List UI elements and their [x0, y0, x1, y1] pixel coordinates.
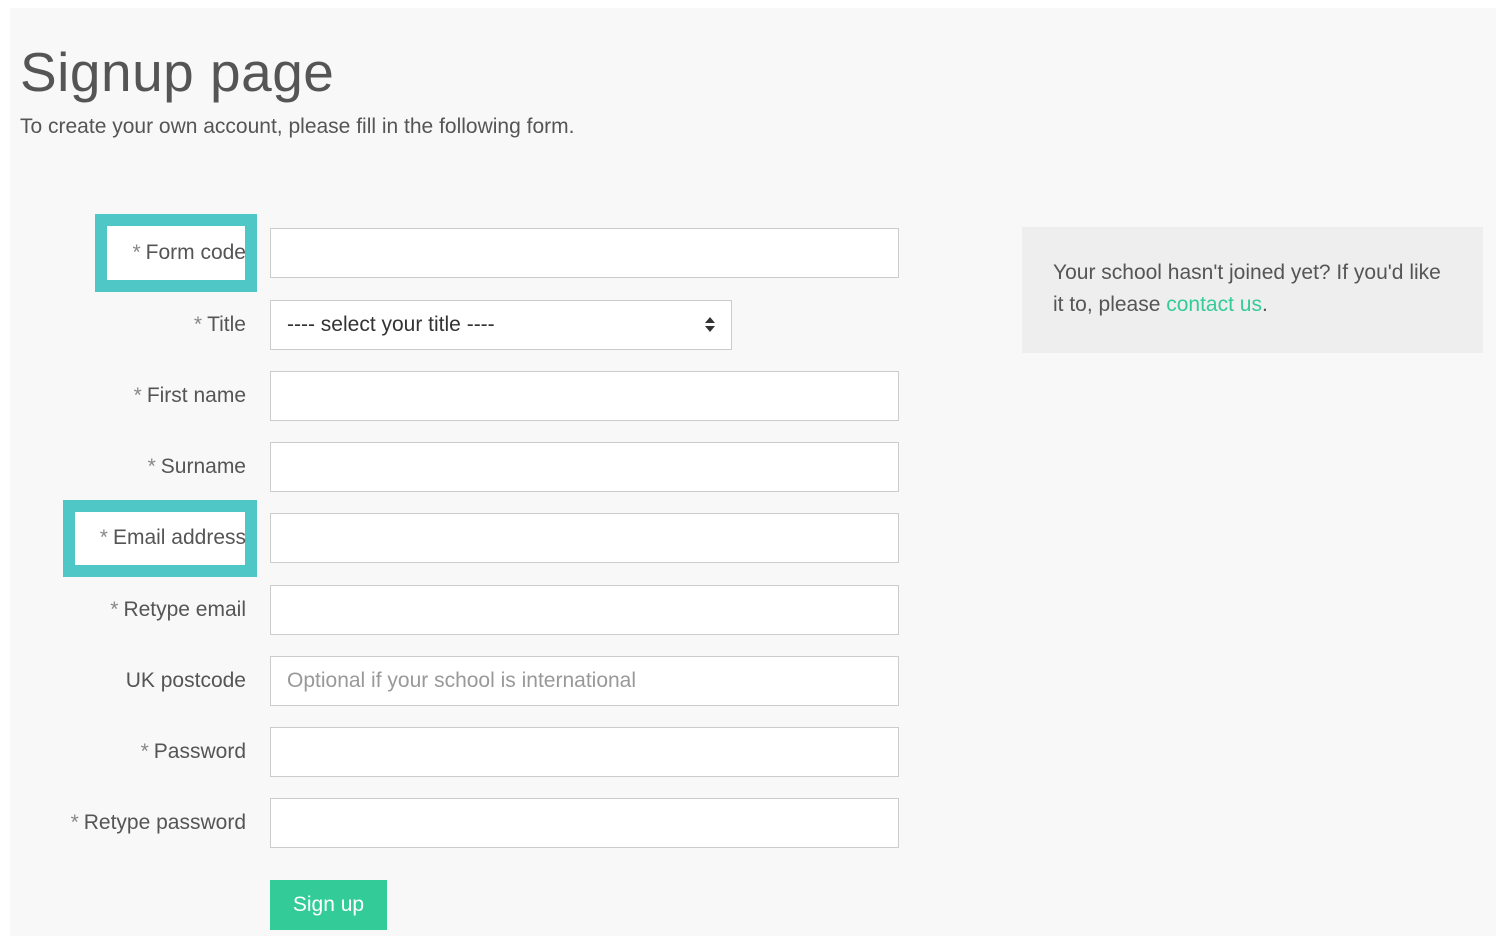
password-label-text: Password	[153, 740, 246, 763]
email-row: * Email address	[10, 513, 910, 563]
first-name-row: * First name	[10, 371, 910, 421]
postcode-input[interactable]	[270, 656, 899, 706]
required-marker: *	[110, 598, 119, 621]
page-title: Signup page	[20, 41, 335, 103]
first-name-label: * First name	[134, 371, 246, 421]
signup-page: Signup page To create your own account, …	[10, 8, 1496, 936]
title-row: * Title ---- select your title ----	[10, 300, 910, 350]
select-arrows-icon	[705, 317, 715, 332]
title-label-text: Title	[207, 313, 246, 336]
first-name-input[interactable]	[270, 371, 899, 421]
email-label-text: Email address	[112, 526, 246, 549]
retype-password-label: * Retype password	[71, 798, 246, 848]
postcode-label-text: UK postcode	[125, 669, 246, 692]
surname-label: * Surname	[148, 442, 246, 492]
contact-us-link[interactable]: contact us	[1166, 293, 1262, 316]
postcode-row: UK postcode	[10, 656, 910, 706]
password-input[interactable]	[270, 727, 899, 777]
required-marker: *	[193, 313, 203, 336]
title-select[interactable]: ---- select your title ----	[270, 300, 732, 350]
required-marker: *	[132, 241, 141, 264]
form-code-input[interactable]	[270, 228, 899, 278]
required-marker: *	[147, 455, 156, 478]
retype-password-input[interactable]	[270, 798, 899, 848]
form-code-label: * Form code	[132, 228, 246, 278]
email-input[interactable]	[270, 513, 899, 563]
title-label: * Title	[194, 300, 246, 350]
info-suffix: .	[1261, 293, 1268, 316]
retype-email-input[interactable]	[270, 585, 899, 635]
email-label: * Email address	[100, 513, 246, 563]
retype-email-row: * Retype email	[10, 585, 910, 635]
sign-up-button[interactable]: Sign up	[270, 880, 387, 930]
required-marker: *	[140, 740, 149, 763]
surname-row: * Surname	[10, 442, 910, 492]
retype-password-row: * Retype password	[10, 798, 910, 848]
first-name-label-text: First name	[146, 384, 246, 407]
password-label: * Password	[141, 727, 246, 777]
retype-password-label-text: Retype password	[83, 811, 246, 834]
form-code-label-text: Form code	[145, 241, 246, 264]
required-marker: *	[133, 384, 142, 407]
retype-email-label: * Retype email	[110, 585, 246, 635]
title-select-value: ---- select your title ----	[287, 313, 495, 336]
form-code-row: * Form code	[10, 228, 910, 278]
page-subtitle: To create your own account, please fill …	[20, 115, 575, 138]
required-marker: *	[70, 811, 79, 834]
surname-input[interactable]	[270, 442, 899, 492]
surname-label-text: Surname	[160, 455, 246, 478]
password-row: * Password	[10, 727, 910, 777]
required-marker: *	[99, 526, 108, 549]
postcode-label: UK postcode	[126, 656, 246, 706]
retype-email-label-text: Retype email	[123, 598, 246, 621]
info-box: Your school hasn't joined yet? If you'd …	[1022, 227, 1483, 353]
